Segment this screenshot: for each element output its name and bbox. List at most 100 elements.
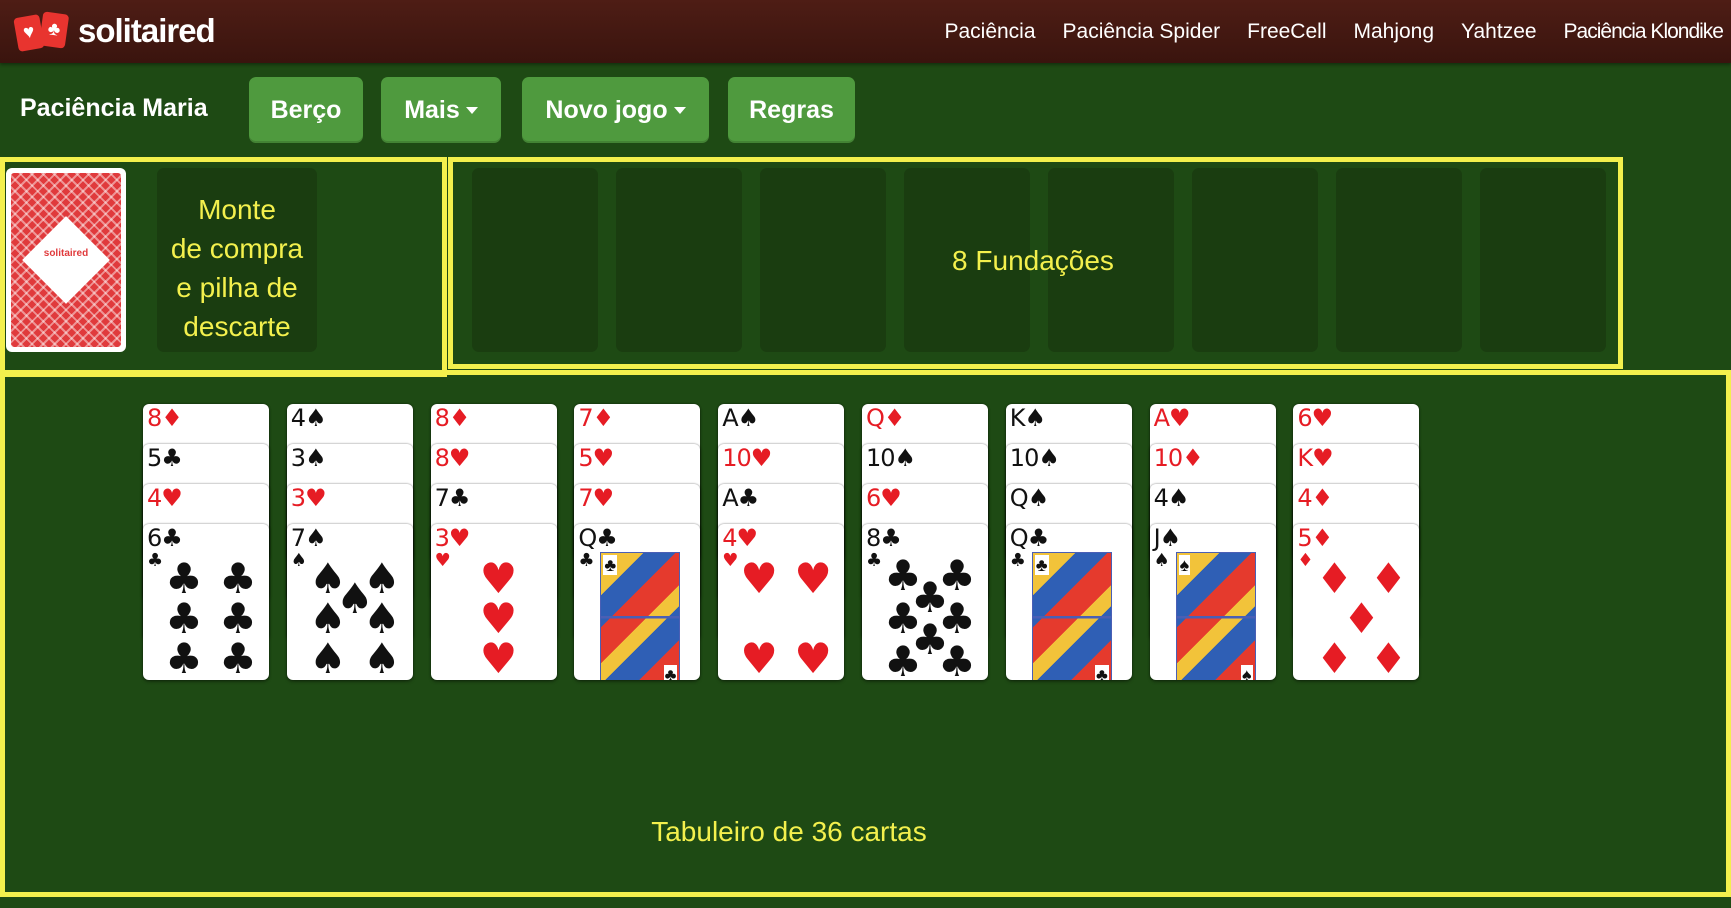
playing-card[interactable]: Q♣ ♣ ♣ ♣ [1005,524,1132,680]
card-suit-icon: ♥ [794,634,833,680]
playing-card[interactable]: 5♦ ♦ ♦ ♦ ♦ ♦ ♦ [1293,524,1420,680]
foundations-highlight-box [448,157,1623,369]
card-pips: ♦ ♦ ♦ ♦ ♦ [1316,558,1408,680]
card-suit-icon: ♦ [1369,634,1408,680]
card-rank-suit: A♠ [722,404,759,432]
card-pips: ♣ ♣ ♣ ♣ ♣ ♣ [165,558,257,680]
card-rank-suit: 4♠ [290,404,327,432]
card-rank-suit: 4♥ [722,524,758,552]
face-card-art: ♠ ♠ [1175,552,1256,680]
card-pips: ♣ ♣ ♣ ♣ ♣ ♣ ♣ ♣ [884,555,976,681]
card-rank-suit: 6♥ [866,484,902,512]
card-suit-icon: ♠ [1241,665,1253,680]
card-suit-icon: ♣ [578,550,595,571]
card-pips: ♥ ♥ ♥ [457,558,541,680]
card-rank-suit: A♥ [1153,404,1191,432]
regras-button[interactable]: Regras [728,77,855,143]
card-suit-icon: ♠ [1178,555,1191,575]
card-pips: ♠ ♠ ♠ ♠ ♠ ♠ ♠ [309,558,401,680]
card-rank-suit: K♥ [1297,444,1333,472]
card-rank-suit: 8♣ [866,524,902,552]
nav-link-yahtzee[interactable]: Yahtzee [1461,20,1537,44]
card-suit-icon: ♣ [1094,665,1109,680]
playing-card[interactable]: 6♣ ♣ ♣ ♣ ♣ ♣ ♣ ♣ [143,524,269,680]
card-suit-icon: ♣ [1034,555,1049,575]
card-rank-suit: K♠ [1009,404,1046,432]
card-rank-suit: 4♠ [1153,484,1190,512]
card-rank-suit: J♠ [1153,524,1182,552]
card-rank-suit: 6♣ [147,524,183,552]
card-suit-icon: ♠ [1153,550,1170,571]
card-rank-suit: 6♥ [1297,404,1333,432]
playing-card[interactable]: 4♥ ♥ ♥ ♥ ♥ ♥ [718,524,845,680]
card-suit-icon: ♠ [362,634,401,680]
card-rank-suit: 10♠ [866,444,916,472]
tableau-label: Tabuleiro de 36 cartas [651,816,927,847]
nav-link-mahjong[interactable]: Mahjong [1353,20,1434,44]
novo-jogo-dropdown-button[interactable]: Novo jogo [522,77,709,143]
playing-card[interactable]: 7♠ ♠ ♠ ♠ ♠ ♠ ♠ ♠ ♠ [286,524,413,680]
card-rank-suit: 7♥ [578,484,614,512]
card-rank-suit: 3♥ [290,484,327,512]
berco-button-label: Berço [270,95,342,124]
card-suit-icon: ♥ [740,634,779,680]
card-rank-suit: 7♠ [290,524,327,552]
stock-highlight-box [0,157,447,377]
card-rank-suit: 10♠ [1009,444,1060,472]
card-rank-suit: 10♥ [722,444,772,472]
card-suit-icon: ♣ [219,634,257,680]
berco-button[interactable]: Berço [249,77,363,143]
card-rank-suit: 3♠ [290,444,327,472]
card-rank-suit: Q♠ [1009,484,1049,512]
logo-icon: ♥ ♣ [13,11,74,52]
playing-card[interactable]: 3♥ ♥ ♥ ♥ ♥ [430,524,557,680]
site-logo[interactable]: ♥ ♣ solitaired [13,11,216,52]
card-suit-icon: ♠ [308,634,347,680]
card-rank-suit: 4♦ [1297,484,1333,512]
logo-text: solitaired [78,12,216,49]
nav-link-paciencia[interactable]: Paciência [944,20,1035,44]
card-rank-suit: 3♥ [434,524,471,552]
card-suit-icon: ♣ [1009,550,1026,571]
card-rank-suit: Q♣ [1009,524,1049,552]
top-nav: Paciência Paciência Spider FreeCell Mahj… [917,0,1724,63]
playing-card[interactable]: J♠ ♠ ♠ ♠ [1149,524,1276,680]
card-rank-suit: 5♥ [578,444,614,472]
mais-dropdown-button[interactable]: Mais [381,77,501,143]
card-rank-suit: 7♦ [578,404,614,432]
nav-link-paciencia-spider[interactable]: Paciência Spider [1063,20,1221,44]
playing-card[interactable]: 8♣ ♣ ♣ ♣ ♣ ♣ ♣ ♣ ♣ ♣ [862,524,988,680]
card-rank-suit: 10♦ [1153,444,1204,472]
card-rank-suit: 5♦ [1297,524,1333,552]
top-bar: ♥ ♣ solitaired Paciência Paciência Spide… [0,0,1731,63]
card-rank-suit: 4♥ [147,484,183,512]
card-rank-suit: 8♦ [147,404,183,432]
logo-card-club: ♣ [38,11,70,49]
card-rank-suit: A♣ [722,484,759,512]
card-suit-icon: ♣ [884,637,922,681]
card-suit-icon: ♥ [740,554,779,603]
card-rank-suit: 5♣ [147,444,183,472]
card-pips: ♥ ♥ ♥ ♥ [740,558,832,680]
regras-button-label: Regras [749,95,834,124]
card-suit-icon: ♣ [866,550,883,571]
novo-jogo-button-label: Novo jogo [545,95,668,124]
mais-button-label: Mais [404,95,460,124]
card-suit-icon: ♣ [165,634,203,680]
caret-down-icon [673,106,686,114]
face-card-art: ♣ ♣ [1031,552,1112,680]
card-rank-suit: Q♦ [866,404,905,432]
card-suit-icon: ♣ [603,555,618,575]
card-suit-icon: ♠ [290,550,307,571]
card-rank-suit: 8♦ [434,404,471,432]
nav-link-paciencia-klondike[interactable]: Paciência Klondike [1564,20,1724,44]
card-suit-icon: ♥ [434,550,451,571]
card-suit-icon: ♥ [794,554,833,603]
game-title: Paciência Maria [20,94,208,122]
playing-card[interactable]: Q♣ ♣ ♣ ♣ [574,524,701,680]
card-suit-icon: ♣ [147,550,164,571]
face-card-art: ♣ ♣ [600,552,681,680]
card-suit-icon: ♦ [1297,550,1314,571]
nav-link-freecell[interactable]: FreeCell [1247,20,1326,44]
card-rank-suit: 7♣ [434,484,471,512]
